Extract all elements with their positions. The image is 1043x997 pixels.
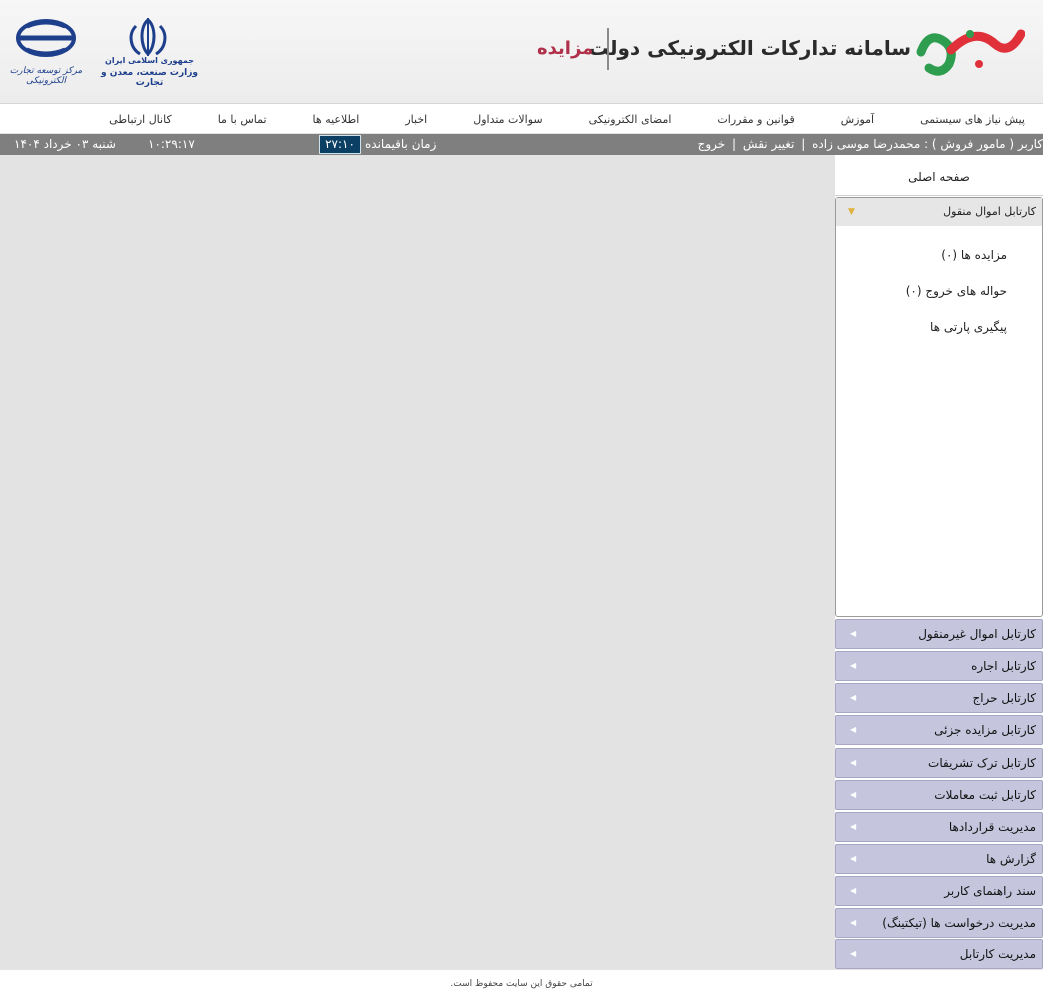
accordion-immovable-assets[interactable]: کارتابل اموال غیرمنقول ◀	[835, 619, 1043, 649]
menu-item-lot-tracking[interactable]: پیگیری پارتی ها	[836, 320, 1042, 356]
separator: |	[732, 137, 737, 151]
chevron-left-icon: ◀	[850, 661, 857, 670]
remaining-time-value: ۲۷:۱۰	[319, 135, 361, 154]
chevron-left-icon: ◀	[850, 693, 857, 702]
accordion-title: کارتابل اموال غیرمنقول	[918, 627, 1036, 641]
nav-communication-channel[interactable]: کانال ارتباطی	[109, 113, 172, 126]
separator: |	[801, 137, 806, 151]
chevron-left-icon: ◀	[850, 629, 857, 638]
chevron-left-icon: ◀	[850, 918, 857, 927]
accordion-cartable-management[interactable]: مدیریت کارتابل ◀	[835, 939, 1043, 969]
chevron-left-icon: ◀	[850, 822, 857, 831]
remaining-time-label: زمان باقیمانده	[365, 137, 437, 151]
nav-contact-us[interactable]: تماس با ما	[218, 113, 267, 126]
nav-training[interactable]: آموزش	[841, 113, 874, 126]
accordion-title: کارتابل ثبت معاملات	[934, 788, 1036, 802]
accordion-minor-auction[interactable]: کارتابل مزایده جزئی ◀	[835, 715, 1043, 745]
user-info: کاربر ( مامور فروش ) : محمدرضا موسی زاده…	[698, 137, 1043, 151]
nav-laws-regulations[interactable]: قوانین و مقررات	[717, 113, 794, 126]
current-date: شنبه ۰۳ خرداد ۱۴۰۴	[14, 137, 116, 151]
nav-faq[interactable]: سوالات متداول	[473, 113, 542, 126]
nav-system-requirements[interactable]: پیش نیاز های سیستمی	[920, 113, 1025, 126]
logout-link[interactable]: خروج	[698, 137, 726, 151]
accordion-user-guide[interactable]: سند راهنمای کاربر ◀	[835, 876, 1043, 906]
accordion-title: مدیریت کارتابل	[959, 947, 1036, 961]
top-navigation: پیش نیاز های سیستمی آموزش قوانین و مقررا…	[0, 104, 1043, 134]
accordion-title: کارتابل اجاره	[971, 659, 1036, 673]
user-role-name: کاربر ( مامور فروش ) : محمدرضا موسی زاده	[812, 137, 1043, 151]
site-title: سامانه تدارکات الکترونیکی دولت	[588, 36, 911, 60]
nav-e-signature[interactable]: امضای الکترونیکی	[589, 113, 672, 126]
ecommerce-center-logo	[16, 19, 76, 57]
accordion-waiver[interactable]: کارتابل ترک تشریفات ◀	[835, 748, 1043, 778]
chevron-left-icon: ◀	[850, 790, 857, 799]
nav-announcements[interactable]: اطلاعیه ها	[313, 113, 360, 126]
accordion-title: کارتابل مزایده جزئی	[934, 723, 1036, 737]
chevron-left-icon: ◀	[850, 886, 857, 895]
nav-news[interactable]: اخبار	[405, 113, 427, 126]
accordion-transaction-registry[interactable]: کارتابل ثبت معاملات ◀	[835, 780, 1043, 810]
accordion-title: کارتابل حراج	[972, 691, 1036, 705]
iran-emblem-icon	[129, 18, 167, 57]
gov-line2: وزارت صنعت، معدن و تجارت	[100, 68, 198, 88]
site-subtitle: مزایده	[537, 38, 594, 59]
accordion-ticketing[interactable]: مدیریت درخواست ها (تیکتینگ) ◀	[835, 908, 1043, 938]
accordion-movable-assets: کارتابل اموال منقول ▼ مزایده ها (۰) حوال…	[835, 197, 1043, 617]
header: سامانه تدارکات الکترونیکی دولت مزایده جم…	[0, 0, 1043, 104]
accordion-title: مدیریت درخواست ها (تیکتینگ)	[882, 916, 1036, 930]
menu-item-exit-orders[interactable]: حواله های خروج (۰)	[836, 284, 1042, 320]
accordion-reports[interactable]: گزارش ها ◀	[835, 844, 1043, 874]
accordion-bidding[interactable]: کارتابل حراج ◀	[835, 683, 1043, 713]
accordion-title: کارتابل اموال منقول	[943, 205, 1036, 218]
accordion-title: سند راهنمای کاربر	[944, 884, 1036, 898]
accordion-title: کارتابل ترک تشریفات	[928, 756, 1036, 770]
clock: ۱۰:۲۹:۱۷	[148, 137, 195, 151]
chevron-left-icon: ◀	[850, 758, 857, 767]
setad-logo[interactable]	[915, 20, 1025, 80]
chevron-left-icon: ◀	[850, 725, 857, 734]
accordion-header-movable-assets[interactable]: کارتابل اموال منقول ▼	[836, 198, 1042, 226]
gov-line1: جمهوری اسلامی ایران	[105, 56, 194, 65]
accordion-contracts[interactable]: مدیریت قراردادها ◀	[835, 812, 1043, 842]
chevron-left-icon: ◀	[850, 949, 857, 958]
sidebar: صفحه اصلی کارتابل اموال منقول ▼ مزایده ه…	[835, 155, 1043, 969]
menu-item-auctions[interactable]: مزایده ها (۰)	[836, 248, 1042, 284]
chevron-left-icon: ◀	[850, 854, 857, 863]
chevron-down-icon: ▼	[848, 207, 855, 217]
accordion-title: مدیریت قراردادها	[948, 820, 1036, 834]
accordion-title: گزارش ها	[986, 852, 1036, 866]
center-caption: مرکز توسعه تجارت الکترونیکی	[9, 66, 83, 86]
change-role-link[interactable]: تغییر نقش	[743, 137, 795, 151]
title-divider	[607, 28, 609, 70]
accordion-lease[interactable]: کارتابل اجاره ◀	[835, 651, 1043, 681]
status-bar: کاربر ( مامور فروش ) : محمدرضا موسی زاده…	[0, 134, 1043, 155]
footer: تمامی حقوق این سایت محفوظ است.	[0, 969, 1043, 997]
main-content	[0, 155, 835, 969]
home-link[interactable]: صفحه اصلی	[835, 158, 1043, 196]
